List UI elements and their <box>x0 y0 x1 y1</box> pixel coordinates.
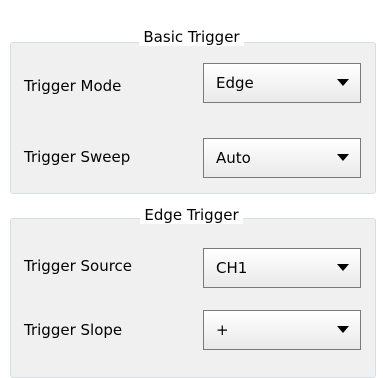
edge-trigger-group <box>10 218 376 378</box>
trigger-source-label: Trigger Source <box>24 257 133 275</box>
chevron-down-icon <box>337 264 349 271</box>
trigger-sweep-select[interactable]: Auto <box>203 138 361 178</box>
edge-trigger-title: Edge Trigger <box>140 206 243 224</box>
trigger-mode-label: Trigger Mode <box>24 77 122 95</box>
trigger-slope-label: Trigger Slope <box>24 321 123 339</box>
edge-trigger-title-wrap: Edge Trigger <box>0 204 383 226</box>
chevron-down-icon <box>337 154 349 161</box>
trigger-slope-value: + <box>216 321 229 339</box>
chevron-down-icon <box>337 326 349 333</box>
chevron-down-icon <box>337 79 349 86</box>
trigger-slope-select[interactable]: + <box>203 310 361 350</box>
trigger-mode-value: Edge <box>216 74 254 92</box>
trigger-mode-select[interactable]: Edge <box>203 63 361 103</box>
basic-trigger-title-wrap: Basic Trigger <box>0 26 383 48</box>
trigger-source-value: CH1 <box>216 259 248 277</box>
basic-trigger-title: Basic Trigger <box>139 28 244 46</box>
trigger-sweep-value: Auto <box>216 149 251 167</box>
trigger-sweep-label: Trigger Sweep <box>24 148 131 166</box>
trigger-source-select[interactable]: CH1 <box>203 248 361 288</box>
